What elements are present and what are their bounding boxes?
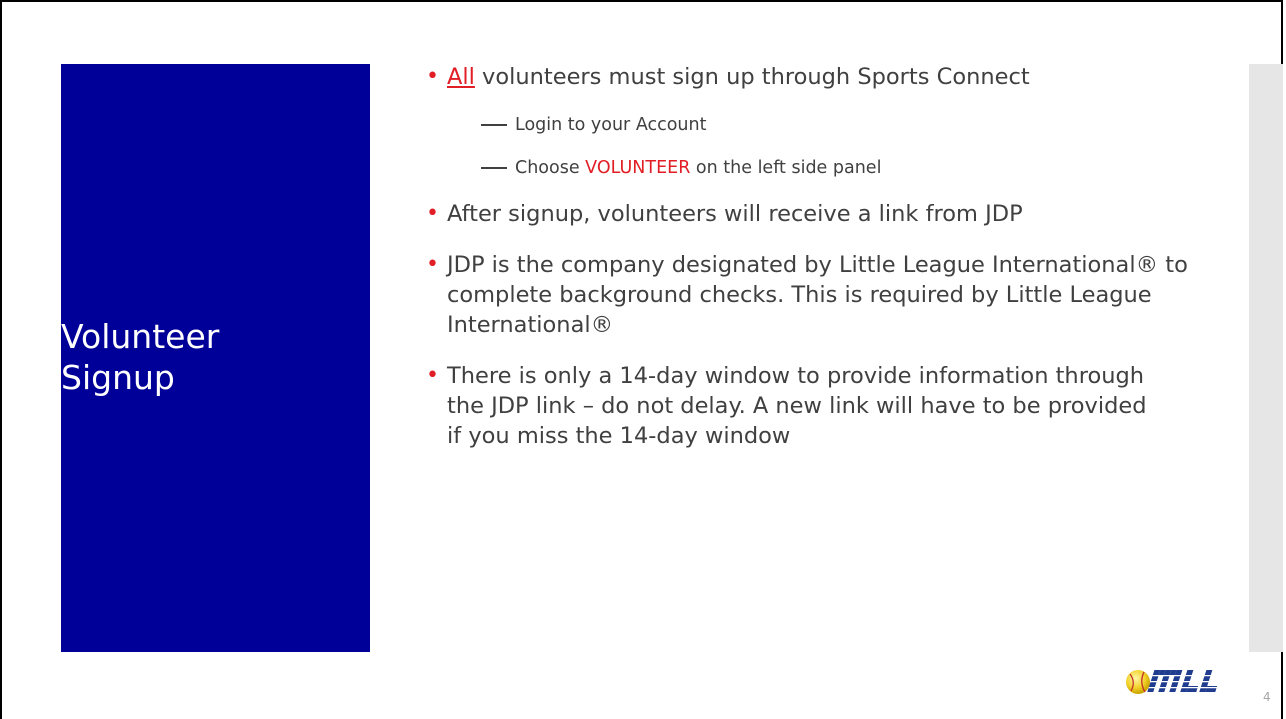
bullet-dot-icon: • bbox=[426, 64, 439, 89]
bullet-item: • JDP is the company designated by Littl… bbox=[426, 250, 1227, 340]
bullet-text: volunteers must sign up through Sports C… bbox=[474, 64, 1030, 90]
bullet-dot-icon: • bbox=[426, 201, 439, 226]
bullet-item: • All volunteers must sign up through Sp… bbox=[426, 62, 1227, 92]
page-number: 4 bbox=[1263, 690, 1271, 704]
dash-icon bbox=[481, 124, 507, 126]
bullet-item: • There is only a 14-day window to provi… bbox=[426, 361, 1167, 451]
mll-logo bbox=[1126, 670, 1223, 694]
sub-bullet-item: Choose VOLUNTEER on the left side panel bbox=[426, 156, 1226, 180]
bullet-list: • All volunteers must sign up through Sp… bbox=[426, 62, 1226, 472]
slide-title: Volunteer Signup bbox=[61, 317, 220, 397]
volunteer-highlight: VOLUNTEER bbox=[585, 158, 691, 178]
side-accent-panel bbox=[1249, 64, 1283, 652]
all-link[interactable]: All bbox=[447, 64, 475, 90]
bullet-text: There is only a 14-day window to provide… bbox=[447, 363, 1147, 449]
bullet-dot-icon: • bbox=[426, 252, 439, 277]
dash-icon bbox=[481, 167, 507, 169]
sub-bullet-text: Choose bbox=[515, 158, 586, 178]
bullet-item: • After signup, volunteers will receive … bbox=[426, 199, 1227, 229]
sub-bullet-item: Login to your Account bbox=[426, 113, 1226, 137]
sub-bullet-text: Login to your Account bbox=[515, 115, 707, 135]
sub-bullet-text: on the left side panel bbox=[690, 158, 882, 178]
bullet-text: After signup, volunteers will receive a … bbox=[447, 201, 1023, 227]
bullet-text: JDP is the company designated by Little … bbox=[447, 252, 1188, 338]
softball-icon bbox=[1126, 670, 1150, 694]
bullet-dot-icon: • bbox=[426, 363, 439, 388]
